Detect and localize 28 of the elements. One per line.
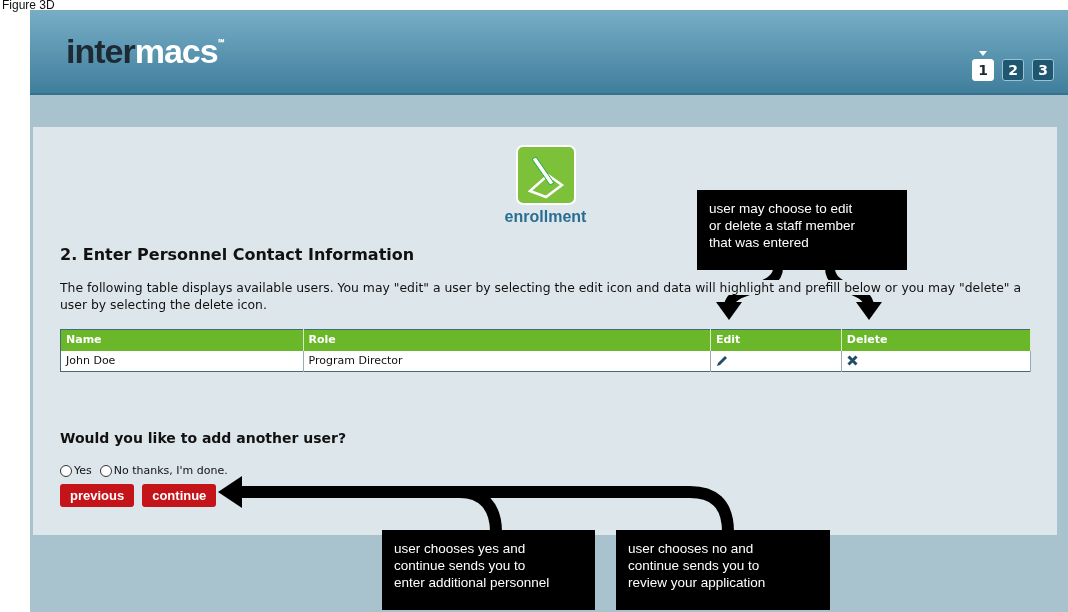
enrollment-label: enrollment xyxy=(504,207,587,227)
column-header: Delete xyxy=(841,329,1031,351)
annotation-callout: user chooses no and continue sends you to review your application xyxy=(616,530,830,610)
description-text: The following table displays available users. You may "edit" a user by selecting the edit icon and data will highlight and prefill below or you may "delete" a user by selecting the delete icon. xyxy=(60,279,1022,313)
logo: intermacs$^{℠}$ xyxy=(66,31,223,72)
annotation-callout: user chooses yes and continue sends you to enter additional personnel xyxy=(382,530,595,610)
radio-button[interactable] xyxy=(99,465,112,478)
step-tab[interactable]: 2 xyxy=(1002,59,1024,81)
table-cell: John Doe xyxy=(60,350,303,372)
enrollment-icon xyxy=(515,145,576,205)
question-text: Would you like to add another user? xyxy=(60,429,348,448)
radio-button[interactable] xyxy=(60,465,72,478)
delete-icon[interactable] xyxy=(846,355,858,366)
option-label: Yes xyxy=(74,463,92,479)
option-label: No thanks, I'm done. xyxy=(113,463,228,479)
nav-button[interactable]: previous xyxy=(60,483,135,507)
table-cell: Program Director xyxy=(303,350,711,372)
current-step-icon xyxy=(979,51,987,56)
section-heading: 2. Enter Personnel Contact Information xyxy=(60,244,415,266)
column-header: Role xyxy=(303,329,711,351)
step-tab[interactable]: 3 xyxy=(1032,59,1054,81)
step-tab[interactable]: 1 xyxy=(972,59,994,81)
column-header: Name xyxy=(60,329,303,351)
pencil-icon[interactable] xyxy=(715,354,728,367)
nav-button[interactable]: continue xyxy=(142,483,217,507)
annotation-callout: user may choose to edit or delete a staff member that was entered xyxy=(697,190,907,270)
column-header: Edit xyxy=(710,329,842,351)
figure-caption: Figure 3D xyxy=(1,0,56,10)
